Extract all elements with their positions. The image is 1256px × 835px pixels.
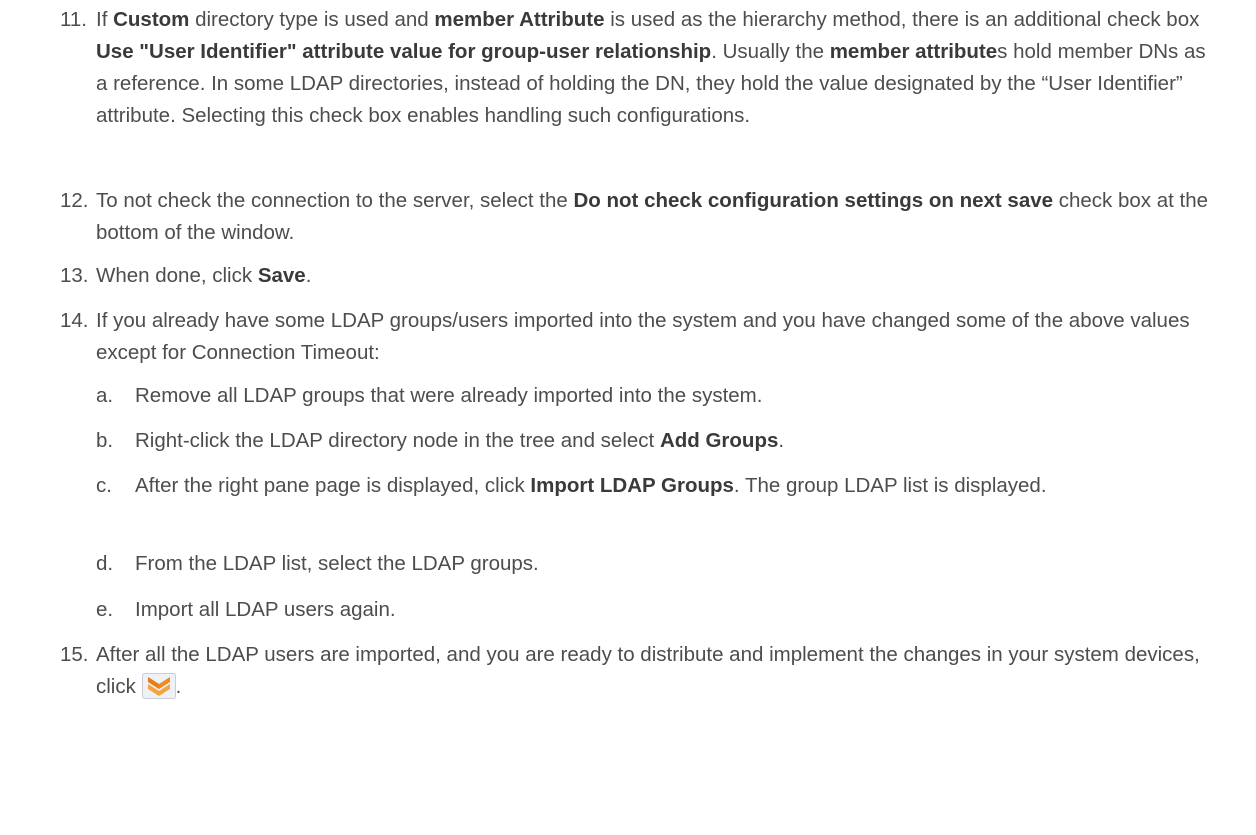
text-run: Right-click the LDAP directory node in t… bbox=[135, 429, 660, 452]
item-text: If Custom directory type is used and mem… bbox=[96, 4, 1210, 132]
sub-item-text: From the LDAP list, select the LDAP grou… bbox=[135, 548, 1196, 580]
sub-item-text: Remove all LDAP groups that were already… bbox=[135, 380, 1196, 412]
deploy-changes-icon[interactable] bbox=[141, 673, 176, 699]
text-run: When done, click bbox=[96, 264, 258, 287]
text-run: . bbox=[175, 675, 182, 698]
text-run: . bbox=[778, 429, 785, 452]
sub-item-letter: a. bbox=[96, 384, 114, 407]
list-item-15: 15. After all the LDAP users are importe… bbox=[60, 639, 1210, 703]
text-run: After all the LDAP users are imported, a… bbox=[96, 643, 1200, 698]
sub-item-e: e. Import all LDAP users again. bbox=[96, 594, 1196, 626]
item-number: 12. bbox=[60, 189, 89, 212]
item-text: If you already have some LDAP groups/use… bbox=[96, 305, 1210, 369]
bold-term: member attribute bbox=[829, 40, 998, 63]
bold-term: Save bbox=[257, 264, 306, 287]
item-number: 11. bbox=[60, 8, 87, 31]
bold-term: member Attribute bbox=[434, 8, 605, 31]
list-item-12: 12. To not check the connection to the s… bbox=[60, 185, 1210, 249]
document-page: 11. If Custom directory type is used and… bbox=[0, 0, 1256, 835]
text-run: directory type is used and bbox=[189, 8, 435, 31]
text-run: . Usually the bbox=[711, 40, 830, 63]
sub-item-letter: c. bbox=[96, 474, 112, 497]
text-run: Remove all LDAP groups that were already… bbox=[135, 384, 763, 407]
item-number: 15. bbox=[60, 643, 89, 666]
list-item-14: 14. If you already have some LDAP groups… bbox=[60, 305, 1210, 369]
item-number: 13. bbox=[60, 264, 89, 287]
sub-item-d: d. From the LDAP list, select the LDAP g… bbox=[96, 548, 1196, 580]
sub-item-text: Right-click the LDAP directory node in t… bbox=[135, 425, 1196, 457]
sub-item-text: After the right pane page is displayed, … bbox=[135, 470, 1196, 502]
sub-item-letter: b. bbox=[96, 429, 114, 452]
bold-term: Custom bbox=[113, 8, 190, 31]
bold-term: Do not check configuration settings on n… bbox=[573, 189, 1054, 212]
sub-item-c: c. After the right pane page is displaye… bbox=[96, 470, 1196, 502]
bold-term: Add Groups bbox=[659, 429, 779, 452]
text-run: . bbox=[305, 264, 312, 287]
list-item-13: 13. When done, click Save. bbox=[60, 260, 1210, 292]
text-run: is used as the hierarchy method, there i… bbox=[604, 8, 1200, 31]
sub-item-letter: d. bbox=[96, 552, 114, 575]
item-number: 14. bbox=[60, 309, 89, 332]
bold-term: Use "User Identifier" attribute value fo… bbox=[96, 40, 712, 63]
text-run: After the right pane page is displayed, … bbox=[135, 474, 531, 497]
list-item-11: 11. If Custom directory type is used and… bbox=[60, 4, 1210, 132]
sub-item-a: a. Remove all LDAP groups that were alre… bbox=[96, 380, 1196, 412]
text-run: Import all LDAP users again. bbox=[135, 598, 396, 621]
text-run: . The group LDAP list is displayed. bbox=[733, 474, 1047, 497]
text-run: From the LDAP list, select the LDAP grou… bbox=[135, 552, 539, 575]
sub-item-letter: e. bbox=[96, 598, 114, 621]
item-text: To not check the connection to the serve… bbox=[96, 185, 1210, 249]
item-text: After all the LDAP users are imported, a… bbox=[96, 639, 1210, 703]
text-run: To not check the connection to the serve… bbox=[96, 189, 574, 212]
sub-item-b: b. Right-click the LDAP directory node i… bbox=[96, 425, 1196, 457]
sub-item-text: Import all LDAP users again. bbox=[135, 594, 1196, 626]
text-run: If bbox=[96, 8, 114, 31]
item-text: When done, click Save. bbox=[96, 260, 1210, 292]
bold-term: Import LDAP Groups bbox=[530, 474, 734, 497]
text-run: If you already have some LDAP groups/use… bbox=[96, 309, 1190, 364]
